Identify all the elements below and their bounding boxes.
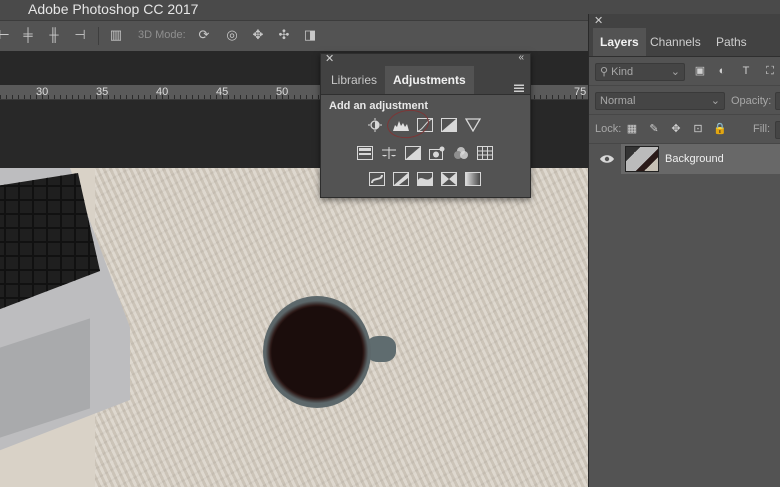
chevron-down-icon: ⌄ [710,95,720,107]
close-icon[interactable]: ✕ [325,52,334,65]
lock-position-icon[interactable]: ✥ [669,122,683,136]
separator [98,27,99,45]
app-title: Adobe Photoshop CC 2017 [28,1,199,17]
tab-channels[interactable]: Channels [643,28,708,56]
panel-tabs: Libraries Adjustments [321,66,530,95]
panel-tabs: Layers Channels Paths [589,28,780,57]
options-bar: ⊢ ╪ ╫ ⊣ ▥ 3D Mode: ⟳ ◎ ✥ ✣ ◨ [0,20,588,52]
black-white-icon[interactable] [405,146,421,160]
color-lookup-icon[interactable] [477,146,493,160]
3d-slide-icon[interactable]: ✣ [276,27,292,43]
3d-orbit-icon[interactable]: ⟳ [196,27,212,43]
3d-mode-label: 3D Mode: [138,29,186,41]
align-bottom-icon[interactable]: ⊣ [72,27,88,43]
3d-scale-icon[interactable]: ◨ [302,27,318,43]
lock-label: Lock: [595,123,622,135]
layer-thumbnail [625,146,659,172]
ruler-tick: 30 [36,86,49,98]
ruler-tick: 35 [96,86,109,98]
ruler-tick: 45 [216,86,229,98]
blend-mode-value: Normal [600,95,636,107]
panel-header[interactable]: ✕ « [321,52,530,66]
opacity-label: Opacity: [731,95,772,107]
tab-adjustments[interactable]: Adjustments [385,66,474,94]
lock-transparent-icon[interactable]: ▦ [625,122,639,136]
layers-dock: ✕ Layers Channels Paths ⚲ Kind ⌄ ▣ ◐ T ⛶… [588,14,780,487]
lock-artboard-icon[interactable]: ⊡ [691,122,705,136]
distribute-icon[interactable]: ▥ [108,27,124,43]
shape-filter-icon[interactable]: ⛶ [763,64,777,78]
blend-row: Normal ⌄ Opacity: [589,86,780,115]
fill-label: Fill: [753,123,771,135]
panel-menu-icon[interactable] [514,84,524,92]
image-canvas[interactable] [0,168,588,487]
pixel-filter-icon[interactable]: ▣ [693,64,707,78]
mug-image [263,296,371,408]
align-center-icon[interactable]: ╪ [20,27,36,43]
opacity-input[interactable] [775,92,780,110]
align-left-icon[interactable]: ⊢ [0,27,12,43]
eye-icon[interactable] [599,152,615,166]
threshold-icon[interactable] [417,172,433,186]
selective-color-icon[interactable] [441,172,457,186]
collapse-icon[interactable]: « [518,52,524,63]
tab-libraries[interactable]: Libraries [323,66,385,94]
ruler-tick: 75 [574,86,587,98]
lock-all-icon[interactable]: 🔒 [713,122,727,136]
filter-kind-value: Kind [611,66,634,78]
gradient-map-icon[interactable] [465,172,481,186]
fill-input[interactable] [775,121,780,139]
lock-row: Lock: ▦ ✎ ✥ ⊡ 🔒 Fill: [589,115,780,144]
photo-filter-icon[interactable] [429,146,445,160]
tab-paths[interactable]: Paths [709,28,754,56]
blend-mode-select[interactable]: Normal ⌄ [595,92,725,110]
channel-mixer-icon[interactable] [453,146,469,160]
3d-roll-icon[interactable]: ◎ [224,27,240,43]
exposure-icon[interactable] [441,118,457,132]
search-icon: ⚲ [600,66,609,78]
posterize-icon[interactable] [393,172,409,186]
filter-row: ⚲ Kind ⌄ ▣ ◐ T ⛶ [589,57,780,86]
invert-icon[interactable] [369,172,385,186]
align-right-icon[interactable]: ╫ [46,27,62,43]
ruler-tick: 40 [156,86,169,98]
hue-saturation-icon[interactable] [357,146,373,160]
vibrance-icon[interactable] [465,118,481,132]
chevron-down-icon: ⌄ [670,66,680,78]
ruler-tick: 50 [276,86,289,98]
type-filter-icon[interactable]: T [739,64,753,78]
adjustment-filter-icon[interactable]: ◐ [715,64,729,78]
tab-layers[interactable]: Layers [593,28,646,56]
layer-name: Background [665,153,724,165]
lock-image-icon[interactable]: ✎ [647,122,661,136]
brightness-contrast-icon[interactable] [367,118,383,132]
panel-header[interactable]: ✕ [589,14,780,28]
color-balance-icon[interactable] [381,146,397,160]
3d-pan-icon[interactable]: ✥ [250,27,266,43]
filter-kind-select[interactable]: ⚲ Kind ⌄ [595,63,685,81]
close-icon[interactable]: ✕ [594,14,603,27]
